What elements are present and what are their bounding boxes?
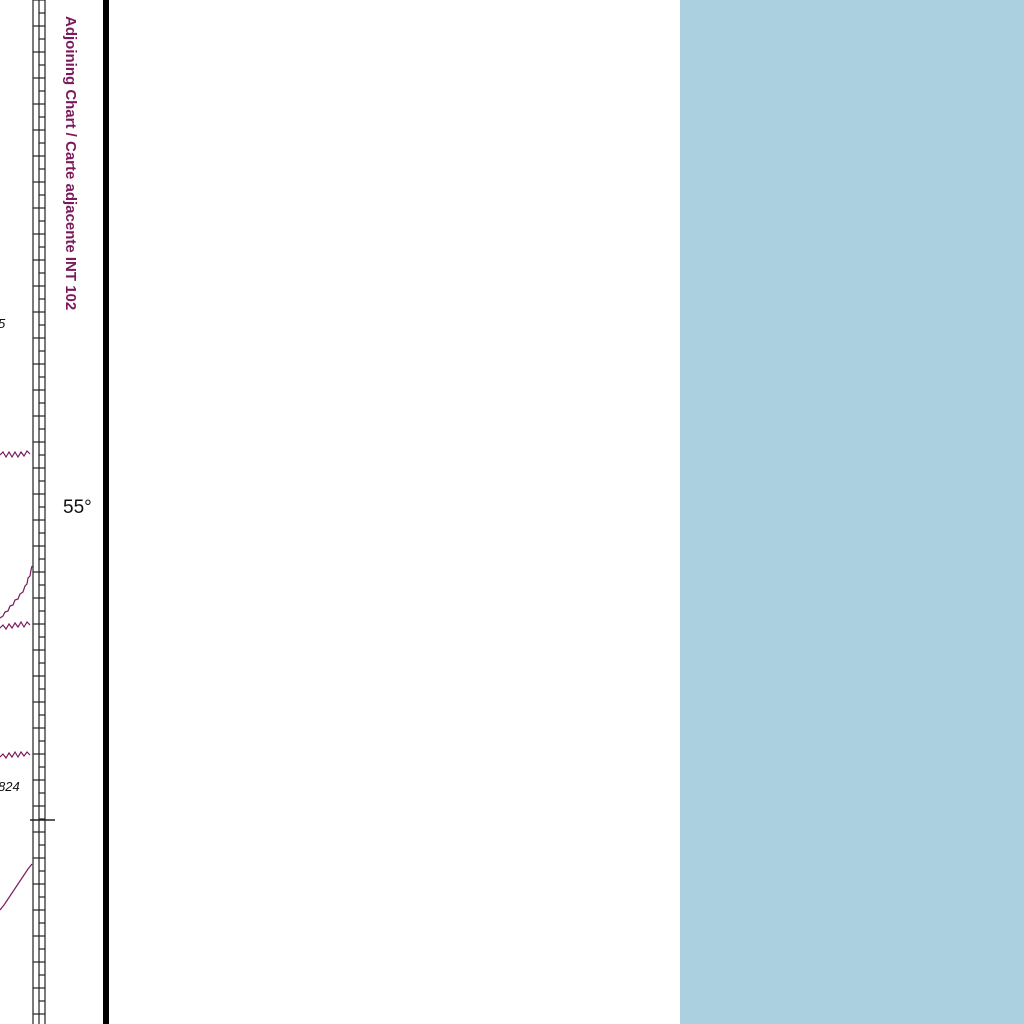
chart-neatline xyxy=(103,0,109,1024)
sea-area xyxy=(680,0,1024,1024)
sounding-824: 824 xyxy=(0,779,20,794)
sounding-5: 5 xyxy=(0,316,6,331)
latitude-label: 55° xyxy=(63,497,92,518)
nautical-chart-margin: 5 824 55° Adjoining Chart / Carte adjace… xyxy=(0,0,1024,1024)
adjoining-chart-label: Adjoining Chart / Carte adjacente INT 10… xyxy=(62,16,79,310)
